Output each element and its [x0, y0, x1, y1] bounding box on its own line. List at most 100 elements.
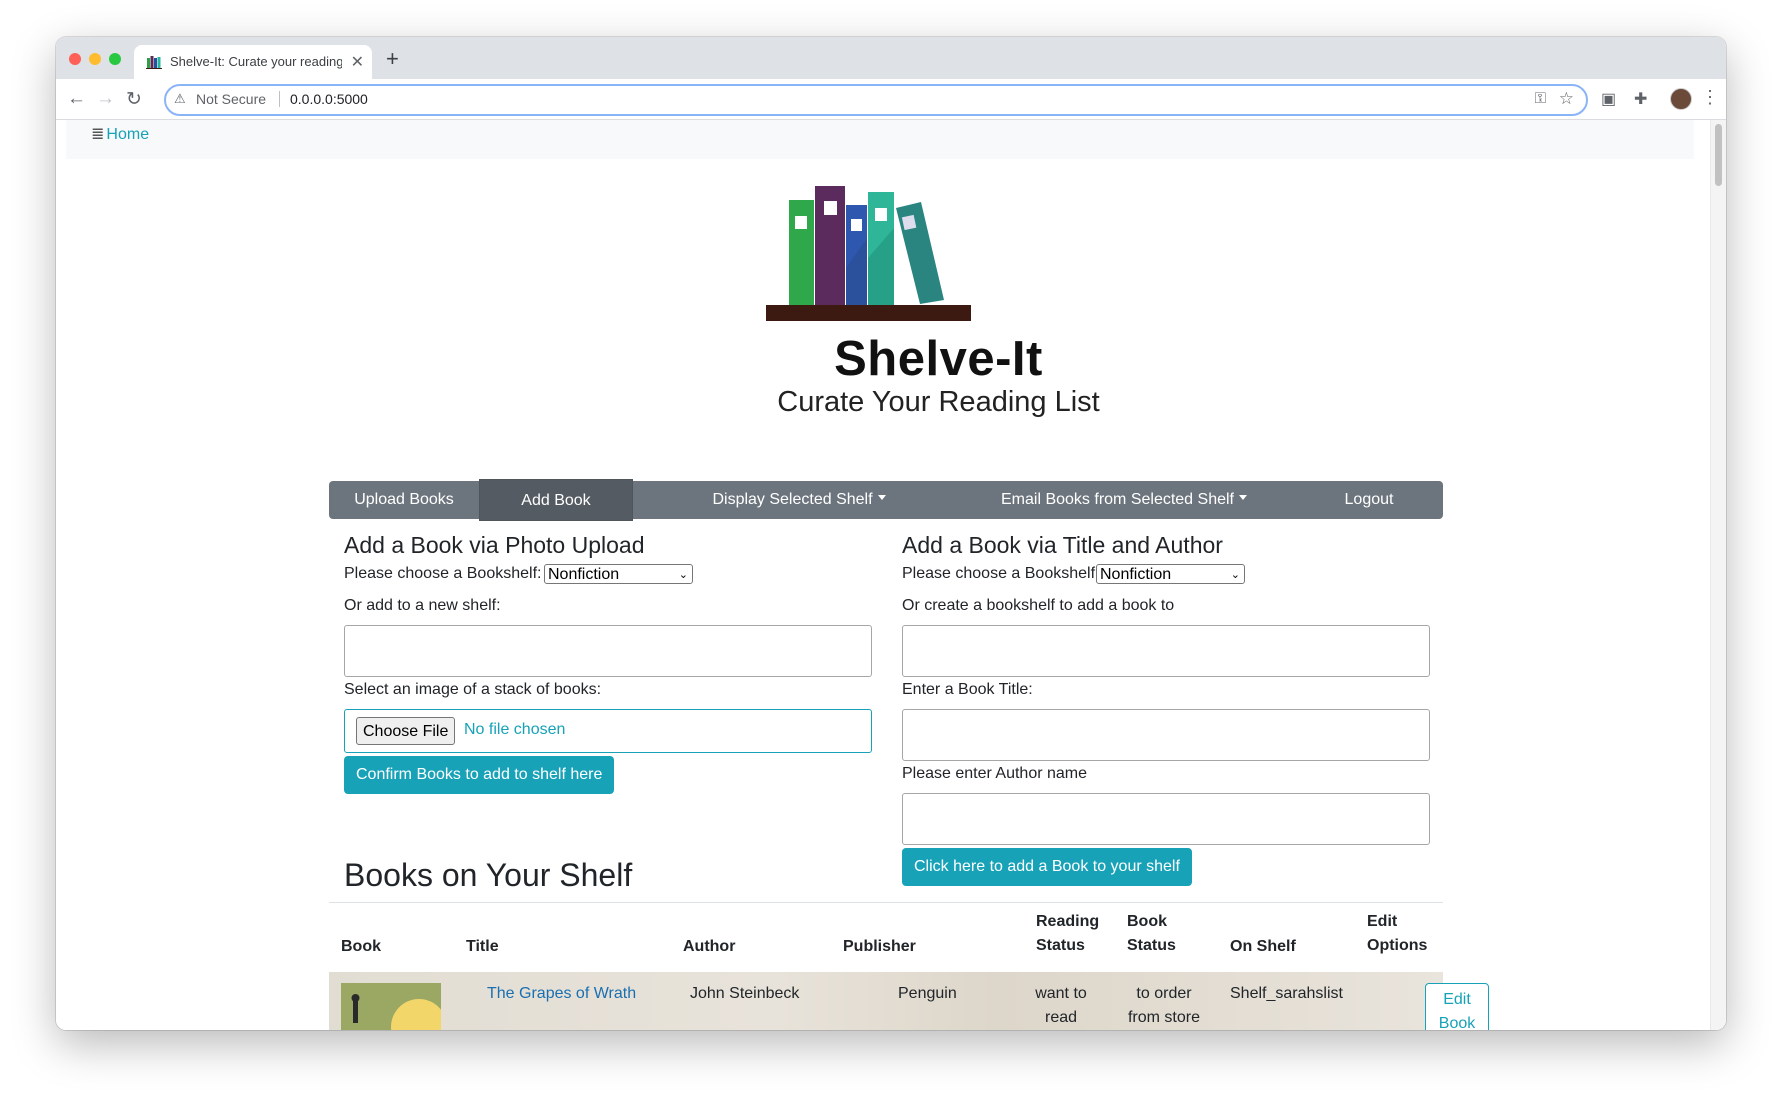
scrollbar-thumb[interactable] — [1715, 124, 1722, 186]
reading-status-line2: read — [1044, 1009, 1078, 1026]
forward-arrow-icon[interactable]: → — [96, 88, 115, 110]
col-reading-status: Reading Status — [1036, 910, 1099, 958]
col-reading-status-line2: Status — [1036, 937, 1085, 954]
edit-button-line2: Book — [1438, 1015, 1476, 1030]
back-arrow-icon[interactable]: ← — [67, 88, 86, 110]
chevron-down-icon: ⌄ — [1230, 569, 1240, 581]
book-title-link[interactable]: The Grapes of Wrath — [487, 982, 636, 1006]
menu-display-label: Display Selected Shelf — [712, 491, 873, 508]
confirm-books-button[interactable]: Confirm Books to add to shelf here — [344, 756, 615, 794]
book-publisher: Penguin — [898, 985, 957, 1002]
col-reading-status-line1: Reading — [1036, 913, 1100, 930]
security-label[interactable]: Not Secure — [196, 91, 266, 107]
main-menu-bar: Upload Books Add Book Display Selected S… — [329, 479, 1443, 521]
key-icon[interactable]: ⚿ — [1535, 90, 1546, 107]
reload-icon[interactable]: ↻ — [126, 88, 142, 111]
tab-close-icon[interactable]: ✕ — [351, 52, 364, 72]
choose-file-button[interactable]: Choose File — [356, 717, 456, 745]
book-order-status: to order from store — [1114, 982, 1214, 1030]
browser-tab[interactable]: Shelve-It: Curate your reading list ✕ — [134, 45, 372, 79]
col-edit-options-line1: Edit — [1367, 913, 1398, 930]
maximize-window-button[interactable] — [109, 53, 121, 65]
top-navbar: ≣ Home — [66, 120, 1694, 159]
home-label: Home — [106, 126, 150, 143]
chevron-down-icon: ⌄ — [678, 569, 688, 581]
menu-logout[interactable]: Logout — [1319, 481, 1419, 519]
kebab-menu-icon[interactable]: ⋮ — [1701, 87, 1719, 108]
title-author-heading: Add a Book via Title and Author — [902, 532, 1223, 558]
col-author: Author — [683, 938, 736, 955]
photo-shelf-select[interactable]: Nonfiction ⌄ — [544, 564, 693, 584]
ta-shelf-label: Please choose a Bookshelf — [902, 565, 1096, 582]
photo-upload-panel: Add a Book via Photo Upload — [344, 530, 884, 560]
ta-shelf-select-value: Nonfiction — [1100, 566, 1172, 583]
col-publisher: Publisher — [843, 938, 916, 955]
page-viewport: ≣ Home Shelve-It Curate Your Reading List… — [56, 120, 1726, 1030]
brand-subtitle: Curate Your Reading List — [777, 386, 1100, 418]
col-title: Title — [466, 938, 499, 955]
warning-icon: ⚠ — [174, 91, 186, 106]
vertical-scrollbar[interactable] — [1710, 120, 1726, 1030]
author-label: Please enter Author name — [902, 765, 1088, 782]
menu-upload-books[interactable]: Upload Books — [329, 481, 479, 519]
tab-strip: Shelve-It: Curate your reading list ✕ + — [56, 37, 1726, 79]
image-select-label: Select an image of a stack of books: — [344, 681, 602, 698]
edit-button-line1: Edit — [1443, 991, 1471, 1008]
photo-shelf-label: Please choose a Bookshelf: — [344, 565, 542, 582]
title-author-panel: Add a Book via Title and Author — [902, 530, 1442, 560]
close-window-button[interactable] — [69, 53, 81, 65]
file-input[interactable]: Choose File No file chosen — [344, 709, 872, 753]
bookmark-star-icon[interactable]: ☆ — [1559, 89, 1574, 109]
col-edit-options: Edit Options — [1367, 910, 1427, 958]
author-input[interactable] — [902, 793, 1430, 845]
caret-down-icon — [877, 495, 886, 501]
photo-upload-heading: Add a Book via Photo Upload — [344, 532, 645, 558]
browser-toolbar: ← → ↻ ⚠ Not Secure 0.0.0.0:5000 ⚿ ☆ ▣ ✚ … — [56, 79, 1726, 120]
puzzle-extensions-icon[interactable]: ✚ — [1634, 89, 1647, 109]
col-on-shelf: On Shelf — [1230, 938, 1296, 955]
brand-title: Shelve-It — [834, 332, 1043, 386]
menu-add-book[interactable]: Add Book — [479, 479, 633, 521]
caret-down-icon — [1239, 495, 1247, 501]
book-reading-status: want to read — [1011, 982, 1111, 1030]
bookshelf-logo — [766, 186, 971, 321]
shelf-heading: Books on Your Shelf — [344, 857, 633, 893]
extension-icon[interactable]: ▣ — [1601, 89, 1616, 109]
menu-email-books[interactable]: Email Books from Selected Shelf — [989, 481, 1259, 519]
create-shelf-label: Or create a bookshelf to add a book to — [902, 597, 1175, 614]
book-cover-thumbnail[interactable] — [341, 983, 441, 1030]
url-text[interactable]: 0.0.0.0:5000 — [290, 91, 368, 107]
photo-shelf-select-value: Nonfiction — [548, 566, 620, 583]
col-edit-options-line2: Options — [1367, 937, 1428, 954]
new-tab-button[interactable]: + — [386, 46, 399, 72]
reading-status-line1: want to — [1035, 985, 1087, 1002]
ta-shelf-select[interactable]: Nonfiction ⌄ — [1096, 564, 1245, 584]
profile-avatar[interactable] — [1670, 88, 1692, 110]
col-book-status-line1: Book — [1127, 913, 1167, 930]
new-shelf-input[interactable] — [344, 625, 872, 677]
book-author: John Steinbeck — [690, 985, 800, 1002]
tab-title: Shelve-It: Curate your reading list — [170, 54, 342, 69]
file-status: No file chosen — [464, 721, 566, 738]
book-on-shelf: Shelf_sarahslist — [1230, 985, 1343, 1002]
address-bar[interactable]: ⚠ Not Secure 0.0.0.0:5000 ⚿ ☆ — [164, 84, 1588, 116]
books-favicon-icon — [146, 56, 162, 69]
minimize-window-button[interactable] — [89, 53, 101, 65]
create-shelf-input[interactable] — [902, 625, 1430, 677]
book-stack-icon: ≣ — [91, 126, 105, 143]
home-link[interactable]: ≣ Home — [91, 124, 149, 144]
new-shelf-label: Or add to a new shelf: — [344, 597, 501, 614]
col-book-status: Book Status — [1127, 910, 1176, 958]
edit-book-button[interactable]: Edit Book — [1425, 983, 1489, 1030]
col-book: Book — [341, 938, 381, 955]
browser-window: Shelve-It: Curate your reading list ✕ + … — [56, 37, 1726, 1030]
section-divider — [329, 902, 1443, 903]
address-separator — [279, 91, 280, 107]
menu-display-selected-shelf[interactable]: Display Selected Shelf — [679, 481, 919, 519]
book-title-input[interactable] — [902, 709, 1430, 761]
col-book-status-line2: Status — [1127, 937, 1176, 954]
book-status-line2: from store — [1127, 1009, 1200, 1026]
book-title-label: Enter a Book Title: — [902, 681, 1033, 698]
add-book-submit-button[interactable]: Click here to add a Book to your shelf — [902, 848, 1192, 886]
book-status-line1: to order — [1136, 985, 1192, 1002]
